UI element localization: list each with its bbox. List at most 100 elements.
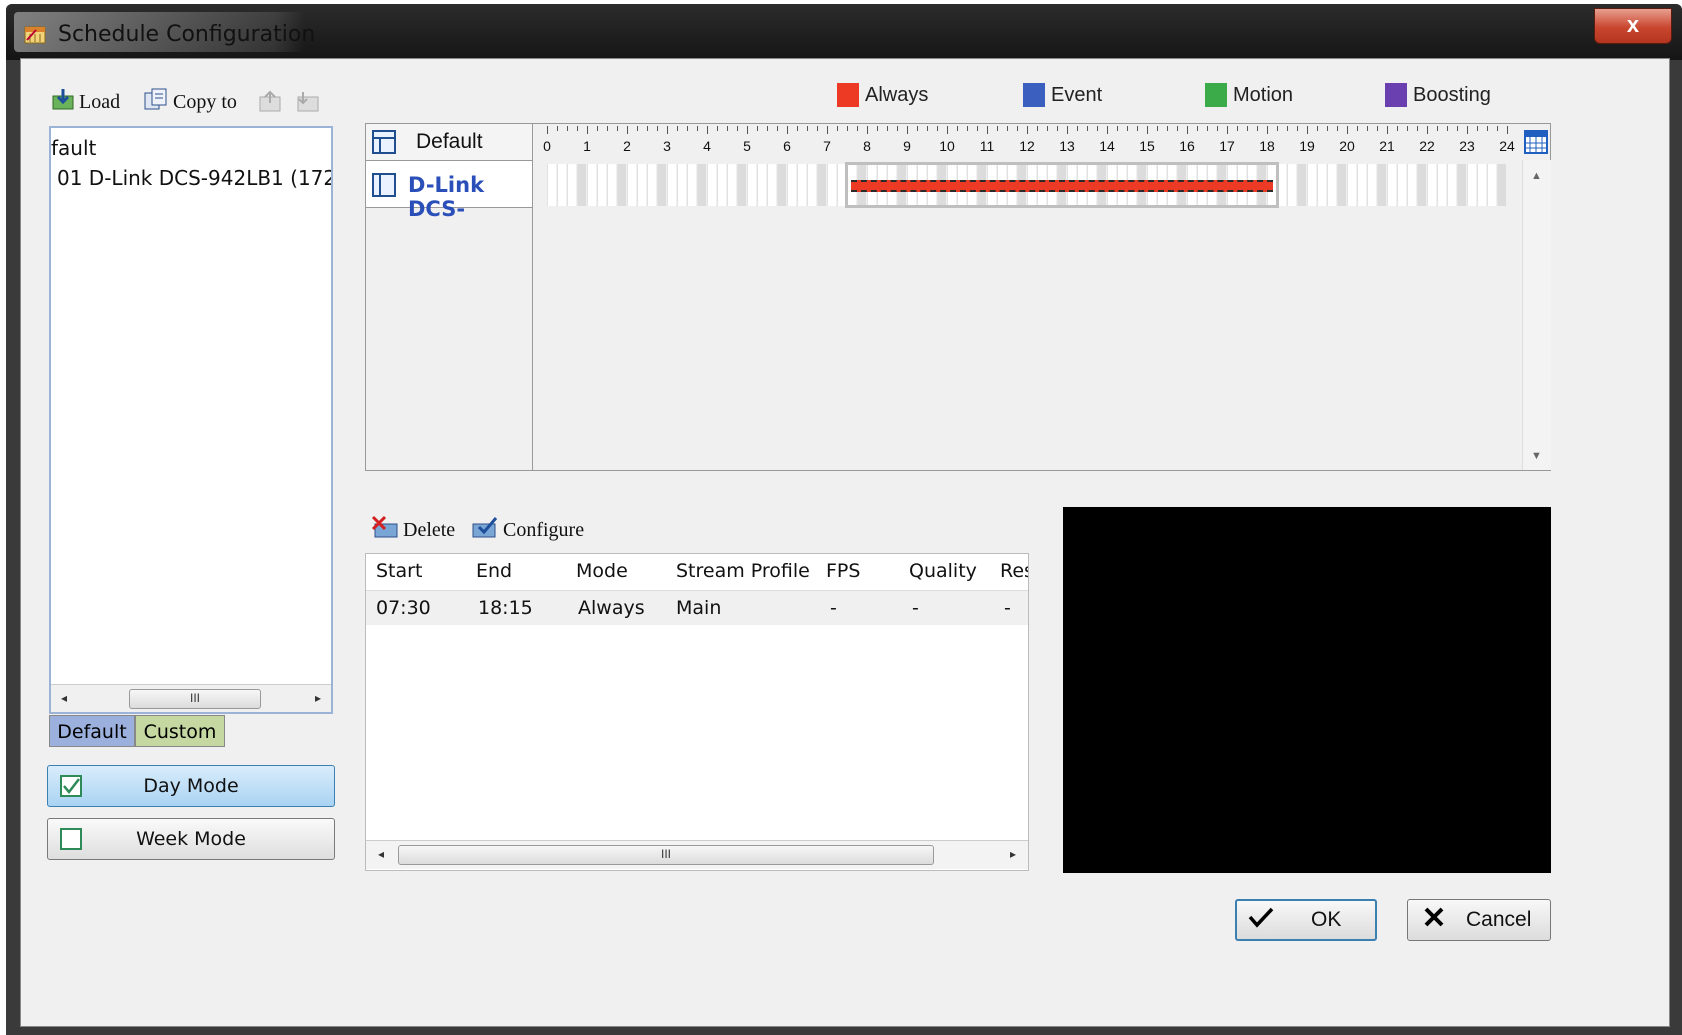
copy-icon xyxy=(143,87,169,117)
time-slot-cell[interactable] xyxy=(767,164,776,206)
time-slot-cell[interactable] xyxy=(557,164,566,206)
time-slot-cell[interactable] xyxy=(1427,164,1436,206)
time-slot-cell[interactable] xyxy=(577,164,586,206)
day-mode-button[interactable]: Day Mode xyxy=(47,765,335,807)
time-slot-cell[interactable] xyxy=(707,164,716,206)
configure-button[interactable]: Configure xyxy=(471,515,584,545)
ruler-tick xyxy=(1217,126,1218,131)
delete-button[interactable]: Delete xyxy=(371,515,455,545)
time-slot-cell[interactable] xyxy=(1337,164,1346,206)
week-mode-checkbox[interactable] xyxy=(60,828,82,850)
time-slot-cell[interactable] xyxy=(1327,164,1336,206)
time-slot-cell[interactable] xyxy=(727,164,736,206)
time-slot-cell[interactable] xyxy=(1347,164,1356,206)
tree-scroll-thumb[interactable]: III xyxy=(129,689,261,709)
time-slot-cell[interactable] xyxy=(1367,164,1376,206)
timeline-vertical-scrollbar[interactable]: ▲ ▼ xyxy=(1522,160,1551,470)
column-res[interactable]: Res xyxy=(1000,560,1028,582)
move-up-button[interactable] xyxy=(257,89,283,119)
calendar-icon[interactable] xyxy=(1524,128,1548,159)
timeline-camera-row[interactable]: D-Link DCS- xyxy=(366,161,532,221)
time-slot-cell[interactable] xyxy=(797,164,806,206)
camera-tree[interactable]: fault 01 D-Link DCS-942LB1 (172.1 ◂ III … xyxy=(49,126,333,714)
schedule-bar-always[interactable] xyxy=(851,180,1273,192)
time-slot-cell[interactable] xyxy=(757,164,766,206)
time-slot-cell[interactable] xyxy=(567,164,576,206)
load-button[interactable]: Load xyxy=(51,87,120,117)
time-slot-cell[interactable] xyxy=(1447,164,1456,206)
close-button[interactable]: x xyxy=(1594,8,1672,44)
table-horizontal-scrollbar[interactable]: ◂ III ▸ xyxy=(366,840,1028,869)
table-scroll-right-icon[interactable]: ▸ xyxy=(1010,847,1016,861)
column-start[interactable]: Start xyxy=(376,560,422,582)
tree-item-default[interactable]: fault xyxy=(51,136,96,160)
time-slot-cell[interactable] xyxy=(677,164,686,206)
day-mode-checkbox[interactable] xyxy=(60,775,82,797)
time-slot-cell[interactable] xyxy=(827,164,836,206)
week-mode-button[interactable]: Week Mode xyxy=(47,818,335,860)
copy-to-button[interactable]: Copy to xyxy=(143,87,237,117)
time-slot-cell[interactable] xyxy=(1387,164,1396,206)
time-slot-cell[interactable] xyxy=(1497,164,1506,206)
move-down-icon xyxy=(295,89,321,119)
time-slot-cell[interactable] xyxy=(737,164,746,206)
hour-label: 17 xyxy=(1219,138,1235,154)
time-slot-cell[interactable] xyxy=(617,164,626,206)
time-slot-cell[interactable] xyxy=(747,164,756,206)
time-slot-cell[interactable] xyxy=(597,164,606,206)
schedule-table[interactable]: Start End Mode Stream Profile FPS Qualit… xyxy=(365,553,1029,871)
time-slot-cell[interactable] xyxy=(1407,164,1416,206)
time-slot-cell[interactable] xyxy=(1357,164,1366,206)
time-slot-cell[interactable] xyxy=(1457,164,1466,206)
time-slot-cell[interactable] xyxy=(1487,164,1496,206)
time-slot-cell[interactable] xyxy=(627,164,636,206)
column-mode[interactable]: Mode xyxy=(576,560,628,582)
tab-default[interactable]: Default xyxy=(49,715,135,747)
time-slot-cell[interactable] xyxy=(657,164,666,206)
time-slot-cell[interactable] xyxy=(1317,164,1326,206)
time-slot-cell[interactable] xyxy=(687,164,696,206)
time-slot-cell[interactable] xyxy=(607,164,616,206)
time-slot-cell[interactable] xyxy=(1417,164,1426,206)
time-slot-cell[interactable] xyxy=(817,164,826,206)
table-row[interactable]: 07:30 18:15 Always Main - - - xyxy=(366,591,1028,625)
time-slot-cell[interactable] xyxy=(1467,164,1476,206)
time-slot-cell[interactable] xyxy=(1307,164,1316,206)
table-scroll-thumb[interactable]: III xyxy=(398,845,934,865)
column-end[interactable]: End xyxy=(476,560,512,582)
tree-item-camera[interactable]: 01 D-Link DCS-942LB1 (172.1 xyxy=(57,166,331,190)
column-fps[interactable]: FPS xyxy=(826,560,860,582)
ruler-tick xyxy=(1167,126,1168,131)
time-slot-cell[interactable] xyxy=(1477,164,1486,206)
cancel-button[interactable]: Cancel xyxy=(1407,899,1551,941)
tab-custom[interactable]: Custom xyxy=(135,715,225,747)
scroll-up-arrow-icon[interactable]: ▲ xyxy=(1531,170,1542,182)
ok-button[interactable]: OK xyxy=(1235,899,1377,941)
time-slot-cell[interactable] xyxy=(1377,164,1386,206)
time-slot-cell[interactable] xyxy=(587,164,596,206)
title-bar[interactable]: Schedule Configuration x xyxy=(6,4,1682,60)
time-slot-cell[interactable] xyxy=(1437,164,1446,206)
time-slot-cell[interactable] xyxy=(647,164,656,206)
day-schedule-grid[interactable] xyxy=(533,162,1521,208)
time-slot-cell[interactable] xyxy=(1397,164,1406,206)
scroll-right-arrow-icon[interactable]: ▸ xyxy=(315,691,321,705)
move-down-button[interactable] xyxy=(295,89,321,119)
time-slot-cell[interactable] xyxy=(637,164,646,206)
time-slot-cell[interactable] xyxy=(787,164,796,206)
tree-horizontal-scrollbar[interactable]: ◂ III ▸ xyxy=(51,684,331,712)
time-slot-cell[interactable] xyxy=(1297,164,1306,206)
time-slot-cell[interactable] xyxy=(697,164,706,206)
time-slot-cell[interactable] xyxy=(777,164,786,206)
time-slot-cell[interactable] xyxy=(807,164,816,206)
time-slot-cell[interactable] xyxy=(717,164,726,206)
column-quality[interactable]: Quality xyxy=(909,560,977,582)
time-slot-cell[interactable] xyxy=(667,164,676,206)
time-slot-cell[interactable] xyxy=(547,164,556,206)
column-stream-profile[interactable]: Stream Profile xyxy=(676,560,810,582)
table-scroll-left-icon[interactable]: ◂ xyxy=(378,847,384,861)
scroll-left-arrow-icon[interactable]: ◂ xyxy=(61,691,67,705)
time-slot-cell[interactable] xyxy=(1287,164,1296,206)
schedule-timeline[interactable]: Default D-Link DCS- 0 1 2 3 4 5 6 7 8 9 10 11 12 13 14… xyxy=(365,123,1551,471)
scroll-down-arrow-icon[interactable]: ▼ xyxy=(1531,450,1542,462)
